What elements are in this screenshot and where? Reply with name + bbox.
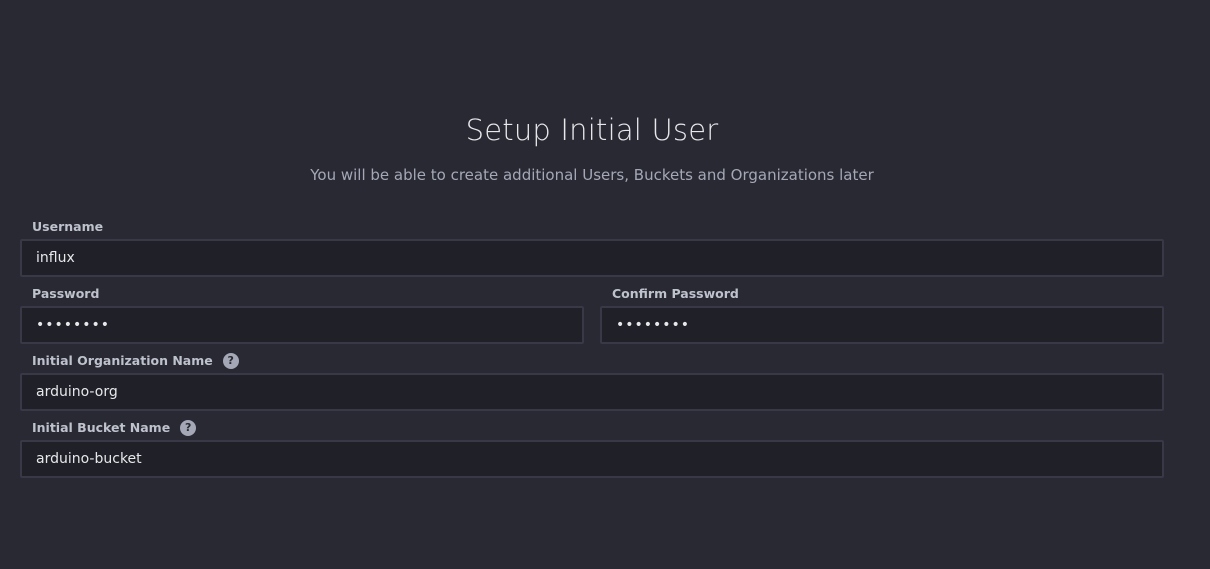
confirm-password-label-line: Confirm Password — [600, 285, 1164, 303]
username-label: Username — [32, 219, 104, 234]
password-label-line: Password — [20, 285, 584, 303]
bucket-name-input[interactable] — [20, 440, 1164, 478]
setup-page: Setup Initial User You will be able to c… — [0, 0, 1210, 569]
password-label: Password — [32, 286, 100, 301]
question-circle-icon[interactable]: ? — [222, 353, 239, 369]
password-row: Password Confirm Password — [20, 285, 1164, 344]
bucket-name-label: Initial Bucket Name — [32, 420, 171, 435]
username-row: Username — [20, 218, 1164, 277]
page-title: Setup Initial User — [465, 113, 719, 147]
password-input[interactable] — [20, 306, 584, 344]
question-circle-icon[interactable]: ? — [180, 420, 197, 436]
org-name-label-line: Initial Organization Name ? — [20, 352, 1164, 370]
org-name-input[interactable] — [20, 373, 1164, 411]
bucket-name-row: Initial Bucket Name ? — [20, 419, 1164, 478]
org-name-label: Initial Organization Name — [32, 353, 213, 368]
password-field-group: Password — [20, 285, 584, 344]
org-name-row: Initial Organization Name ? — [20, 352, 1164, 411]
page-subtitle: You will be able to create additional Us… — [310, 166, 874, 184]
bucket-name-field-group: Initial Bucket Name ? — [20, 419, 1164, 478]
username-field-group: Username — [20, 218, 1164, 277]
setup-user-form: Username Password Confirm Password — [20, 218, 1164, 486]
org-name-field-group: Initial Organization Name ? — [20, 352, 1164, 411]
confirm-password-field-group: Confirm Password — [600, 285, 1164, 344]
username-input[interactable] — [20, 239, 1164, 277]
confirm-password-input[interactable] — [600, 306, 1164, 344]
bucket-name-label-line: Initial Bucket Name ? — [20, 419, 1164, 437]
username-label-line: Username — [20, 218, 1164, 236]
confirm-password-label: Confirm Password — [612, 286, 739, 301]
